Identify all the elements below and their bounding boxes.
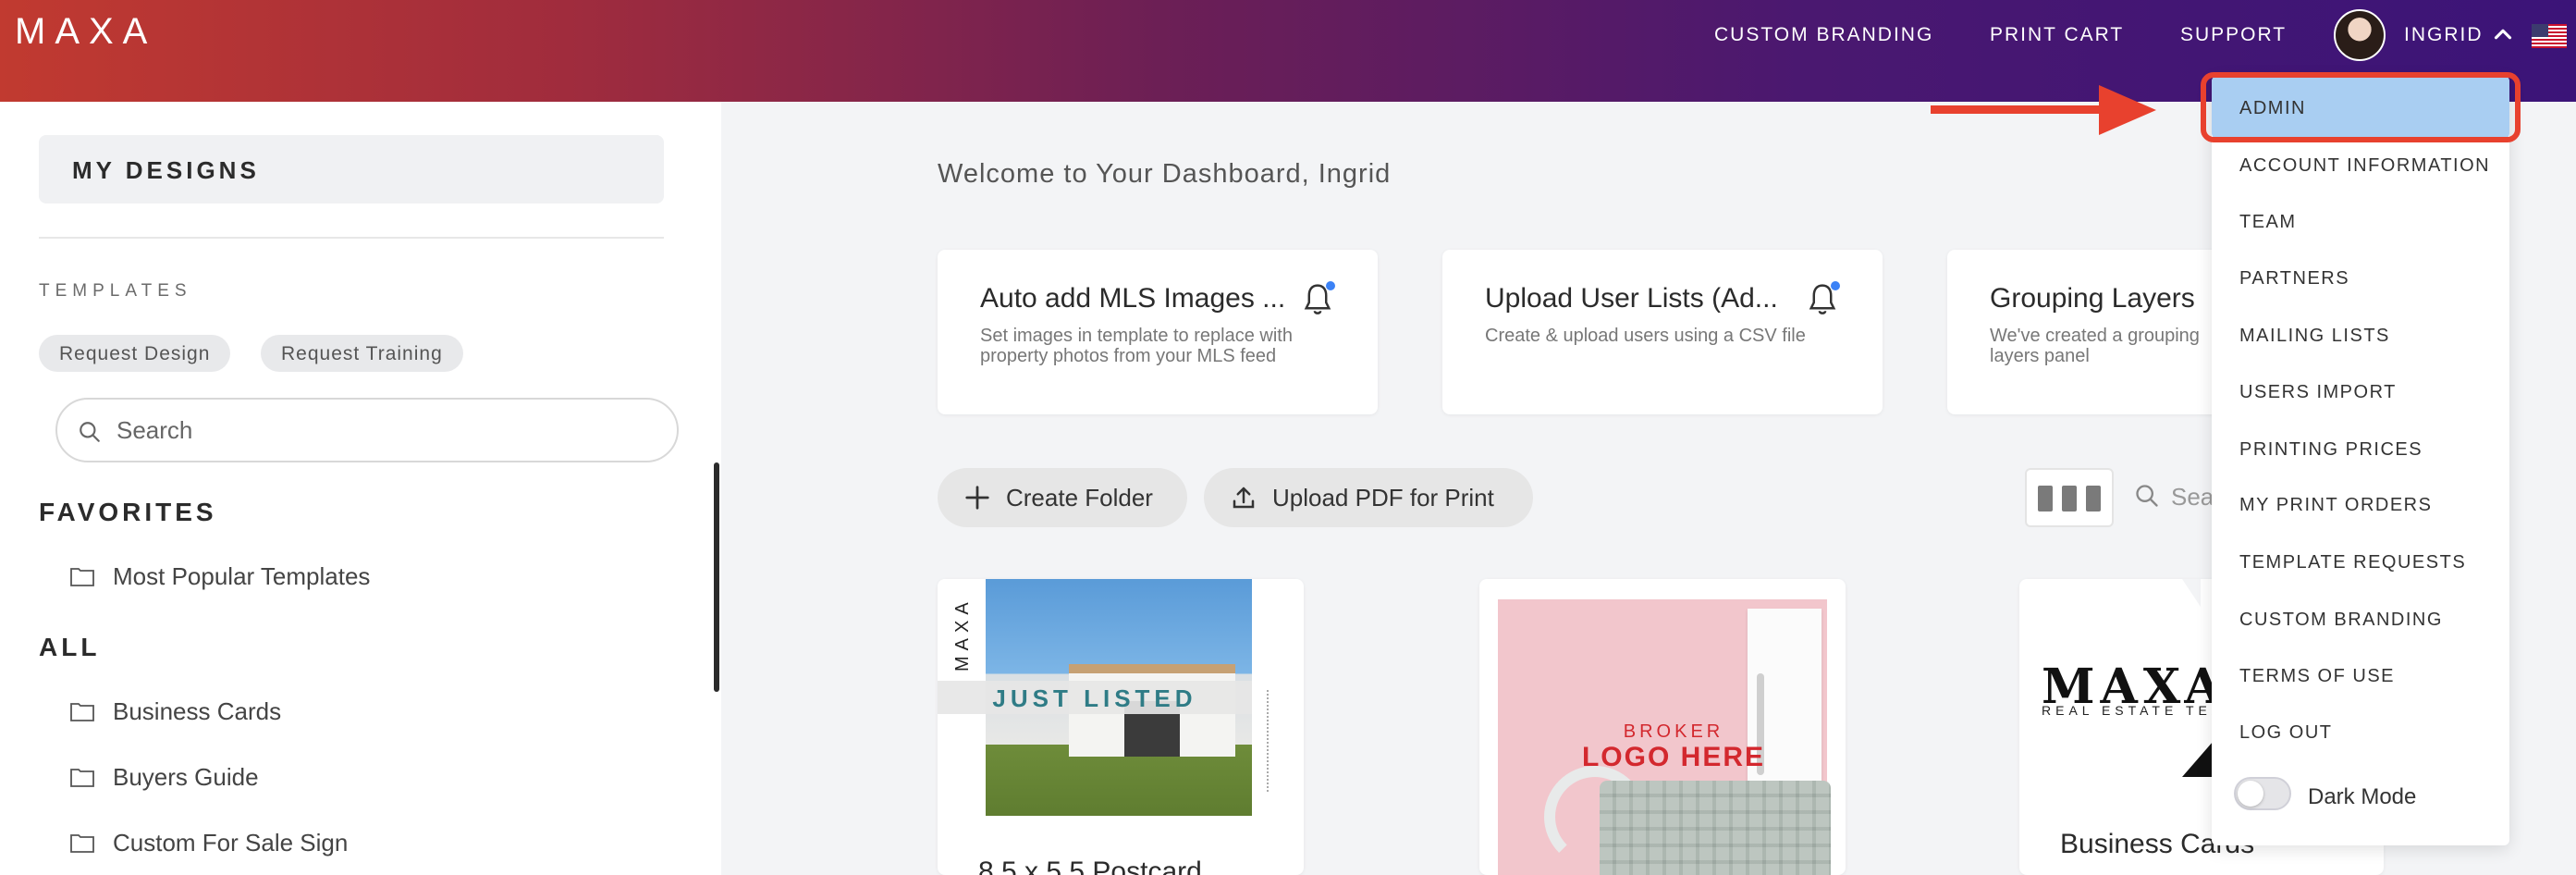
- plus-icon: [965, 486, 989, 510]
- menu-item-account-information[interactable]: ACCOUNT INFORMATION: [2239, 155, 2490, 177]
- dark-mode-label: Dark Mode: [2308, 784, 2417, 809]
- bell-icon[interactable]: [1300, 281, 1335, 318]
- create-folder-label: Create Folder: [1006, 484, 1153, 511]
- card-description: Set images in template to replace with p…: [980, 326, 1293, 366]
- upload-pdf-label: Upload PDF for Print: [1272, 484, 1494, 511]
- keyboard-shape: [1600, 781, 1831, 875]
- grid-column-icon: [2038, 486, 2053, 511]
- sidebar-scrollbar[interactable]: [714, 462, 719, 692]
- grid-view-toggle[interactable]: [2025, 468, 2114, 527]
- tile-caption: 8.5 x 5.5 Postcard: [978, 857, 1202, 875]
- card-description: We've created a grouping layers panel: [1990, 326, 2200, 366]
- create-folder-button[interactable]: Create Folder: [938, 468, 1187, 527]
- menu-item-custom-branding[interactable]: CUSTOM BRANDING: [2239, 610, 2443, 631]
- annotation-arrow-shaft: [1931, 105, 2101, 114]
- menu-item-log-out[interactable]: LOG OUT: [2239, 722, 2333, 744]
- menu-item-printing-prices[interactable]: PRINTING PRICES: [2239, 439, 2423, 461]
- menu-item-users-import[interactable]: USERS IMPORT: [2239, 382, 2397, 403]
- grid-column-icon: [2086, 486, 2101, 511]
- feature-card-upload-user-lists[interactable]: Upload User Lists (Ad... Create & upload…: [1442, 250, 1883, 414]
- folder-icon: [70, 703, 94, 721]
- user-dropdown-menu: ADMIN ACCOUNT INFORMATION TEAM PARTNERS …: [2201, 72, 2521, 845]
- just-listed-banner: JUST LISTED: [938, 681, 1252, 714]
- sidebar-divider: [39, 237, 664, 239]
- feature-card-mls-images[interactable]: Auto add MLS Images ... Set images in te…: [938, 250, 1378, 414]
- upload-pdf-button[interactable]: Upload PDF for Print: [1204, 468, 1533, 527]
- search-icon: [80, 422, 100, 442]
- bell-icon[interactable]: [1805, 281, 1840, 318]
- grid-column-icon: [2062, 486, 2077, 511]
- card-title: Grouping Layers: [1990, 283, 2195, 314]
- menu-item-mailing-lists[interactable]: MAILING LISTS: [2239, 326, 2390, 347]
- user-avatar[interactable]: [2334, 9, 2386, 61]
- notification-dot: [1326, 281, 1335, 290]
- menu-item-my-print-orders[interactable]: MY PRINT ORDERS: [2239, 495, 2432, 516]
- broker-thumbnail: BROKER LOGO HERE: [1498, 599, 1831, 875]
- sidebar-search[interactable]: [55, 398, 679, 462]
- templates-search-input[interactable]: Sea: [2171, 483, 2214, 511]
- user-menu-toggle[interactable]: INGRID: [2404, 24, 2484, 46]
- menu-item-terms-of-use[interactable]: TERMS OF USE: [2239, 666, 2395, 687]
- nav-print-cart[interactable]: PRINT CART: [1990, 24, 2124, 46]
- menu-item-team[interactable]: TEAM: [2239, 212, 2297, 233]
- request-design-chip[interactable]: Request Design: [39, 335, 231, 372]
- maxa-logo[interactable]: MAXA: [15, 11, 156, 53]
- request-training-chip[interactable]: Request Training: [261, 335, 463, 372]
- nav-support[interactable]: SUPPORT: [2180, 24, 2287, 46]
- postcard-logo: MAXA: [952, 597, 973, 672]
- folder-icon: [70, 568, 94, 586]
- welcome-heading: Welcome to Your Dashboard, Ingrid: [938, 159, 1392, 189]
- nav-custom-branding[interactable]: CUSTOM BRANDING: [1714, 24, 1933, 46]
- sidebar: MY DESIGNS TEMPLATES Request Design Requ…: [0, 102, 721, 875]
- folder-icon: [70, 769, 94, 787]
- toggle-knob: [2238, 781, 2263, 807]
- template-tile-postcard[interactable]: MAXA JUST LISTED 8.5 x 5.5 Postcard: [938, 579, 1304, 875]
- top-navigation-bar: MAXA CUSTOM BRANDING PRINT CART SUPPORT …: [0, 0, 2576, 102]
- templates-label: TEMPLATES: [39, 281, 192, 301]
- card-title: Upload User Lists (Ad...: [1485, 283, 1778, 314]
- postcard-thumbnail: MAXA JUST LISTED: [938, 579, 1252, 816]
- folder-label: Most Popular Templates: [113, 562, 371, 590]
- annotation-arrow-head: [2099, 85, 2156, 135]
- all-title: ALL: [39, 633, 101, 661]
- template-tile-broker[interactable]: BROKER LOGO HERE: [1479, 579, 1846, 875]
- broker-text: BROKER: [1623, 721, 1724, 742]
- tile-corner-fold: [2182, 579, 2201, 607]
- folder-label: Buyers Guide: [113, 763, 259, 791]
- us-flag-icon[interactable]: [2532, 24, 2567, 48]
- postcard-side-text: [1267, 690, 1274, 792]
- business-card-subtitle: REAL ESTATE TEAM: [2042, 703, 2240, 718]
- favorites-title: FAVORITES: [39, 498, 217, 526]
- menu-item-admin[interactable]: ADMIN: [2239, 98, 2306, 119]
- folder-icon: [70, 834, 94, 853]
- search-icon: [2136, 485, 2158, 507]
- folder-label: Custom For Sale Sign: [113, 829, 349, 857]
- dark-mode-toggle[interactable]: [2234, 777, 2291, 810]
- logo-here-text: LOGO HERE: [1581, 742, 1765, 772]
- chevron-up-icon[interactable]: [2489, 20, 2517, 48]
- menu-item-template-requests[interactable]: TEMPLATE REQUESTS: [2239, 552, 2466, 573]
- upload-icon: [1233, 487, 1255, 509]
- folder-label: Business Cards: [113, 697, 282, 725]
- menu-item-partners[interactable]: PARTNERS: [2239, 268, 2349, 290]
- notification-dot: [1831, 281, 1840, 290]
- my-designs-button[interactable]: MY DESIGNS: [39, 135, 664, 203]
- card-title: Auto add MLS Images ...: [980, 283, 1286, 314]
- card-description: Create & upload users using a CSV file: [1485, 326, 1806, 346]
- search-input[interactable]: [117, 416, 653, 445]
